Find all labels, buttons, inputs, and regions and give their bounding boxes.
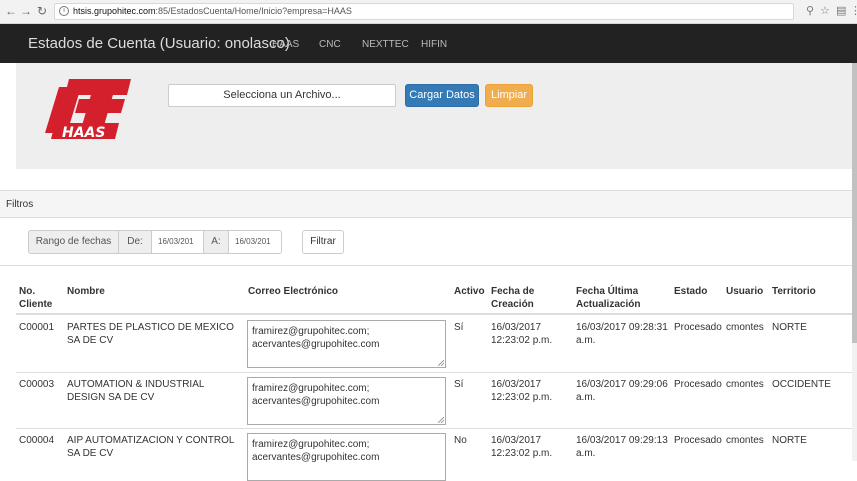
address-bar[interactable]: i htsis.grupohitec.com:85/EstadosCuenta/… [54, 3, 794, 20]
upload-data-button[interactable]: Cargar Datos [405, 84, 479, 107]
cell-client: C00004 [19, 435, 55, 446]
cell-created: 16/03/2017 12:23:02 p.m. [491, 379, 553, 403]
cell-user: cmontes [726, 435, 764, 446]
email-textarea[interactable]: framirez@grupohitec.com; acervantes@grupo… [247, 377, 446, 425]
from-date-input[interactable]: 16/03/201 [151, 230, 204, 254]
resize-grip-icon[interactable] [438, 360, 444, 366]
reload-icon[interactable]: ↻ [35, 4, 49, 18]
info-icon[interactable]: i [59, 6, 69, 16]
app-title[interactable]: Estados de Cuenta (Usuario: onolasco) [28, 35, 290, 52]
browser-toolbar: ← → ↻ i htsis.grupohitec.com:85/EstadosC… [0, 0, 857, 24]
from-label: De: [118, 230, 152, 254]
nav-item-haas[interactable]: HAAS [272, 39, 299, 50]
scrollbar-thumb[interactable] [852, 63, 857, 343]
cell-client: C00001 [19, 322, 55, 333]
date-range-label: Rango de fechas [28, 230, 119, 254]
nav-item-hifin[interactable]: HIFIN [421, 39, 447, 50]
cell-territory: NORTE [772, 322, 807, 333]
cell-updated: 16/03/2017 09:28:31 a.m. [576, 322, 668, 346]
cell-status: Procesado [674, 322, 722, 333]
filter-button[interactable]: Filtrar [302, 230, 344, 254]
cell-territory: OCCIDENTE [772, 379, 831, 390]
email-textarea[interactable]: framirez@grupohitec.com; acervantes@grupo… [247, 433, 446, 481]
clear-button[interactable]: Limpiar [485, 84, 533, 107]
to-label: A: [203, 230, 229, 254]
cell-name: AUTOMATION & INDUSTRIAL DESIGN SA DE CV [67, 379, 205, 403]
header-email[interactable]: Correo Electrónico [248, 285, 338, 298]
star-icon[interactable]: ☆ [820, 4, 830, 18]
cell-updated: 16/03/2017 09:29:13 a.m. [576, 435, 668, 459]
header-client-no[interactable]: No. Cliente [19, 285, 52, 311]
header-territory[interactable]: Territorio [772, 285, 816, 298]
nav-item-nexttec[interactable]: NEXTTEC [362, 39, 409, 50]
menu-icon[interactable]: ⋮ [850, 4, 857, 18]
cell-status: Procesado [674, 435, 722, 446]
cell-active: Sí [454, 322, 464, 333]
cell-active: No [454, 435, 467, 446]
page-scrollbar[interactable] [852, 63, 857, 461]
cell-created: 16/03/2017 12:23:02 p.m. [491, 435, 553, 459]
cell-updated: 16/03/2017 09:29:06 a.m. [576, 379, 668, 403]
zoom-icon[interactable]: ⚲ [806, 4, 814, 18]
filters-header: Filtros [0, 191, 852, 218]
cell-active: Sí [454, 379, 464, 390]
app-navbar: Estados de Cuenta (Usuario: onolasco) HA… [0, 24, 857, 63]
header-user[interactable]: Usuario [726, 285, 763, 298]
email-textarea[interactable]: framirez@grupohitec.com; acervantes@grupo… [247, 320, 446, 368]
svg-text:HAAS: HAAS [62, 125, 105, 141]
upload-header: HAAS Selecciona un Archivo... Cargar Dat… [16, 63, 857, 169]
forward-arrow-icon[interactable]: → [19, 4, 33, 18]
filters-title: Filtros [6, 199, 34, 210]
cell-territory: NORTE [772, 435, 807, 446]
header-divider [16, 313, 852, 315]
header-updated[interactable]: Fecha Última Actualización [576, 285, 640, 311]
to-date-input[interactable]: 16/03/201 [228, 230, 282, 254]
cell-name: PARTES DE PLASTICO DE MEXICO SA DE CV [67, 322, 234, 346]
filters-panel: Filtros Rango de fechas De: 16/03/201 A:… [0, 190, 852, 266]
nav-item-cnc[interactable]: CNC [319, 39, 341, 50]
header-active[interactable]: Activo [454, 285, 485, 298]
row-divider [16, 428, 852, 429]
back-arrow-icon[interactable]: ← [4, 4, 18, 18]
resize-grip-icon[interactable] [438, 417, 444, 423]
header-status[interactable]: Estado [674, 285, 707, 298]
header-created[interactable]: Fecha de Creación [491, 285, 534, 311]
url-text: htsis.grupohitec.com:85/EstadosCuenta/Ho… [73, 6, 352, 16]
cell-status: Procesado [674, 379, 722, 390]
cell-user: cmontes [726, 379, 764, 390]
header-name[interactable]: Nombre [67, 285, 105, 298]
cell-created: 16/03/2017 12:23:02 p.m. [491, 322, 553, 346]
file-selector[interactable]: Selecciona un Archivo... [168, 84, 396, 107]
cell-client: C00003 [19, 379, 55, 390]
row-divider [16, 372, 852, 373]
haas-logo: HAAS [39, 77, 134, 141]
extension-icon[interactable]: ▤ [836, 4, 846, 18]
cell-name: AIP AUTOMATIZACION Y CONTROL SA DE CV [67, 435, 235, 459]
cell-user: cmontes [726, 322, 764, 333]
